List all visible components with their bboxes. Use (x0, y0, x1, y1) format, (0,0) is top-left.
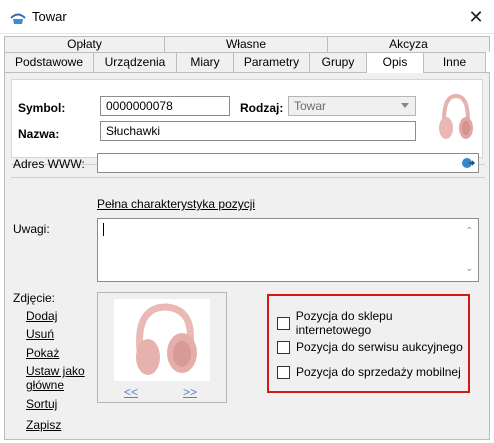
www-label: Adres WWW: (13, 157, 85, 171)
nazwa-field[interactable]: Słuchawki (100, 121, 416, 141)
symbol-field[interactable]: 0000000078 (100, 96, 230, 116)
symbol-label: Symbol: (18, 101, 66, 115)
tab-akcyza[interactable]: Akcyza (327, 36, 490, 52)
scroll-down-icon[interactable]: ⌄ (465, 264, 474, 274)
photo-save-link[interactable]: Zapisz (26, 418, 61, 432)
option-auction-service[interactable]: Pozycja do serwisu aukcyjnego (277, 339, 463, 355)
app-logo-icon (10, 13, 26, 24)
chevron-down-icon (401, 103, 409, 108)
nazwa-label: Nazwa: (18, 127, 60, 141)
tab-miary[interactable]: Miary (176, 52, 234, 72)
scroll-up-icon[interactable]: ⌃ (465, 227, 474, 237)
product-thumbnail-icon (439, 93, 473, 139)
option-online-shop[interactable]: Pozycja do sklepu internetowego (277, 309, 468, 337)
tab-oplaty[interactable]: Opłaty (4, 36, 165, 52)
photo-remove-link[interactable]: Usuń (26, 327, 54, 341)
tab-grupy[interactable]: Grupy (309, 52, 367, 72)
sales-channel-options: Pozycja do sklepu internetowego Pozycja … (267, 294, 470, 393)
auction-service-checkbox[interactable] (277, 340, 290, 354)
www-field[interactable] (97, 153, 479, 173)
window-title: Towar (32, 9, 67, 24)
open-link-icon[interactable] (461, 157, 475, 169)
photo-set-main-link[interactable]: Ustaw jako (26, 364, 85, 378)
photo-sort-link[interactable]: Sortuj (26, 397, 57, 411)
tab-inne[interactable]: Inne (423, 52, 486, 72)
tabs-row-bottom: Podstawowe Urządzenia Miary Parametry Gr… (4, 52, 490, 73)
opis-panel: Symbol: 0000000078 Rodzaj: Towar Nazwa: … (4, 72, 490, 440)
tabs-row-top: Opłaty Własne Akcyza (4, 36, 490, 52)
close-icon: ✕ (468, 6, 484, 27)
divider-2 (11, 177, 485, 178)
photo-add-link[interactable]: Dodaj (26, 309, 57, 323)
tab-opis[interactable]: Opis (366, 52, 424, 73)
auction-service-label: Pozycja do serwisu aukcyjnego (296, 340, 463, 354)
close-button[interactable]: ✕ (458, 0, 494, 34)
option-mobile-sales[interactable]: Pozycja do sprzedaży mobilnej (277, 364, 461, 380)
photo-label: Zdjęcie: (13, 291, 56, 305)
header-block: Symbol: 0000000078 Rodzaj: Towar Nazwa: … (11, 79, 483, 158)
online-shop-label: Pozycja do sklepu internetowego (295, 309, 393, 337)
product-photo-icon (114, 299, 210, 381)
photo-next-link[interactable]: >> (183, 385, 197, 399)
photo-viewer: << >> (97, 292, 227, 403)
photo-prev-link[interactable]: << (124, 385, 138, 399)
online-shop-checkbox[interactable] (277, 316, 290, 330)
uwagi-textarea[interactable]: ⌃ ⌄ (97, 218, 479, 282)
mobile-sales-label: Pozycja do sprzedaży mobilnej (296, 365, 461, 379)
tab-podstawowe[interactable]: Podstawowe (4, 52, 94, 72)
tab-parametry[interactable]: Parametry (233, 52, 310, 72)
mobile-sales-checkbox[interactable] (277, 365, 290, 379)
photo-show-link[interactable]: Pokaż (26, 346, 59, 360)
photo-set-main-link-2[interactable]: główne (26, 378, 64, 392)
uwagi-label: Uwagi: (13, 222, 50, 236)
text-caret (103, 223, 104, 236)
tab-wlasne[interactable]: Własne (164, 36, 328, 52)
full-description-link[interactable]: Pełna charakterystyka pozycji (97, 197, 255, 211)
rodzaj-value: Towar (294, 99, 327, 113)
title-bar: Towar ✕ (0, 0, 494, 34)
uwagi-scrollbar[interactable]: ⌃ ⌄ (461, 219, 478, 281)
tab-urzadzenia[interactable]: Urządzenia (93, 52, 177, 72)
rodzaj-label: Rodzaj: (240, 101, 284, 115)
rodzaj-select[interactable]: Towar (288, 96, 416, 116)
